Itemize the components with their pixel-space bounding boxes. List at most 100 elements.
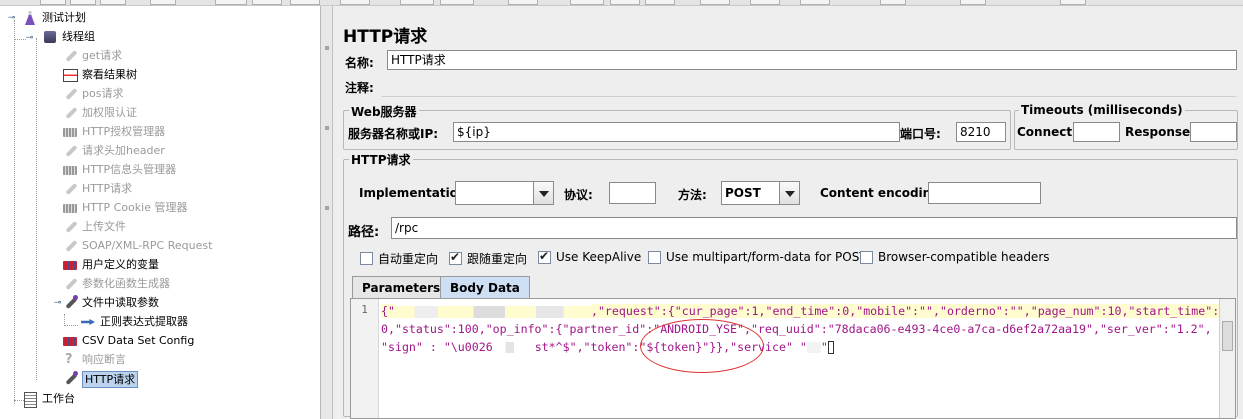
name-label: 名称:	[345, 56, 374, 70]
keepalive-checkbox[interactable]: Use KeepAlive	[538, 249, 641, 264]
config-icon	[62, 162, 78, 178]
collapse-toggle-icon[interactable]: ⊸	[25, 34, 34, 43]
panel-splitter[interactable]	[321, 6, 333, 419]
tab-body-data[interactable]: Body Data	[440, 276, 530, 298]
tree-item[interactable]: SOAP/XML-RPC Request	[62, 237, 212, 255]
tree-item[interactable]: CSV Data Set Config	[62, 332, 194, 350]
toolbar-button[interactable]	[1060, 0, 1086, 5]
tree-item-workbench[interactable]: 工作台	[22, 390, 75, 408]
tree-item[interactable]: 响应断言	[62, 351, 126, 369]
toolbar-button[interactable]	[340, 0, 370, 5]
toolbar-button[interactable]	[150, 0, 176, 5]
browser-headers-checkbox[interactable]: Browser-compatible headers	[860, 250, 1050, 264]
tree-item[interactable]: 上传文件	[62, 218, 126, 236]
toolbar-button[interactable]	[645, 0, 675, 5]
tree-item[interactable]: 参数化函数生成器	[62, 275, 170, 293]
tree-item[interactable]: HTTP Cookie 管理器	[62, 199, 187, 217]
config-icon	[62, 124, 78, 140]
checkbox-checked-icon	[449, 250, 462, 265]
connect-label: Connect:	[1017, 125, 1077, 139]
port-label: 端口号:	[900, 127, 941, 141]
scrollbar-thumb[interactable]	[1222, 321, 1233, 351]
collapse-toggle-icon[interactable]: ⊸	[53, 299, 62, 308]
response-timeout-field[interactable]	[1190, 122, 1237, 142]
name-field[interactable]: HTTP请求	[387, 50, 1237, 70]
config-icon	[62, 257, 78, 273]
sampler-icon	[62, 143, 78, 159]
comment-field[interactable]	[381, 77, 1237, 97]
implementation-select[interactable]	[455, 181, 554, 205]
body-data-text[interactable]: {" ,"request":{"cur_page":1,"end_time":0,…	[381, 302, 1220, 356]
tree-item[interactable]: HTTP请求	[62, 180, 132, 198]
body-data-editor[interactable]: 1 {" ,"request":{"cur_page":1,"end_time":…	[350, 298, 1236, 419]
http-request-title: HTTP请求	[349, 151, 413, 168]
tree-item[interactable]: 用户定义的变量	[62, 256, 159, 274]
comment-label: 注释:	[345, 81, 374, 95]
tree-item-thread-group[interactable]: 线程组	[42, 28, 95, 46]
tree-item[interactable]: 请求头加header	[62, 142, 165, 160]
toolbar-button[interactable]	[700, 0, 730, 5]
connect-timeout-field[interactable]	[1073, 122, 1120, 142]
checkbox-icon	[360, 252, 373, 265]
tree-item[interactable]: 正则表达式提取器	[80, 313, 188, 331]
server-name-field[interactable]: ${ip}	[453, 122, 900, 142]
extractor-icon	[80, 314, 96, 330]
follow-redirects-checkbox[interactable]: 跟随重定向	[449, 250, 527, 267]
auto-redirect-checkbox[interactable]: 自动重定向	[360, 250, 438, 267]
sampler-icon	[62, 371, 78, 387]
sampler-icon	[62, 238, 78, 254]
tab-parameters[interactable]: Parameters	[352, 276, 451, 298]
page-title: HTTP请求	[343, 27, 428, 47]
editor-scrollbar[interactable]	[1219, 299, 1235, 418]
toolbar-button[interactable]	[290, 0, 320, 5]
obscured-text	[806, 342, 821, 353]
checkbox-checked-icon	[538, 249, 551, 264]
method-label: 方法:	[678, 188, 707, 202]
toolbar-button[interactable]	[40, 0, 66, 5]
toolbar-button[interactable]	[750, 0, 780, 5]
toolbar-button[interactable]	[960, 0, 986, 5]
port-field[interactable]: 8210	[956, 122, 1006, 142]
dropdown-arrow-icon[interactable]	[533, 182, 553, 204]
obscured-text	[492, 342, 535, 353]
server-label: 服务器名称或IP:	[348, 127, 439, 141]
toolbar-button[interactable]	[610, 0, 640, 5]
tree-item[interactable]: HTTP请求	[62, 370, 139, 388]
thread-group-icon	[42, 29, 58, 45]
web-server-title: Web服务器	[349, 103, 419, 120]
path-field[interactable]: /rpc	[391, 217, 1237, 239]
tree-item[interactable]: HTTP授权管理器	[62, 123, 165, 141]
protocol-label: 协议:	[564, 188, 593, 202]
caret	[827, 341, 834, 354]
tree-item[interactable]: get请求	[62, 47, 122, 65]
multipart-checkbox[interactable]: Use multipart/form-data for POST	[648, 250, 867, 264]
toolbar-button[interactable]	[252, 0, 282, 5]
assertion-icon	[62, 351, 78, 369]
tree-item[interactable]: HTTP信息头管理器	[62, 161, 176, 179]
toolbar-button[interactable]	[100, 0, 126, 5]
tree-item[interactable]: 文件中读取参数	[62, 294, 159, 312]
dropdown-arrow-icon[interactable]	[779, 182, 799, 204]
obscured-text	[394, 305, 591, 318]
sampler-icon	[62, 105, 78, 121]
test-plan-icon	[22, 10, 38, 26]
toolbar-button[interactable]	[570, 0, 604, 5]
toolbar-button[interactable]	[800, 0, 830, 5]
toolbar-button[interactable]	[70, 0, 96, 5]
timeouts-title: Timeouts (milliseconds)	[1019, 103, 1185, 117]
collapse-toggle-icon[interactable]: ⊸	[7, 14, 16, 23]
toolbar-button[interactable]	[440, 0, 474, 5]
tree-item[interactable]: 察看结果树	[62, 66, 137, 84]
method-select[interactable]: POST	[721, 181, 800, 205]
protocol-field[interactable]	[609, 182, 656, 204]
toolbar-button[interactable]	[508, 0, 538, 5]
toolbar-button[interactable]	[880, 0, 906, 5]
toolbar-button[interactable]	[215, 0, 247, 5]
tree-item-test-plan[interactable]: 测试计划	[22, 9, 86, 27]
tree-item[interactable]: 加权限认证	[62, 104, 137, 122]
content-encoding-field[interactable]	[928, 182, 1041, 204]
config-icon	[62, 333, 78, 349]
tree-item[interactable]: pos请求	[62, 85, 123, 103]
annotation-circle	[640, 319, 764, 373]
toolbar-button[interactable]	[400, 0, 434, 5]
